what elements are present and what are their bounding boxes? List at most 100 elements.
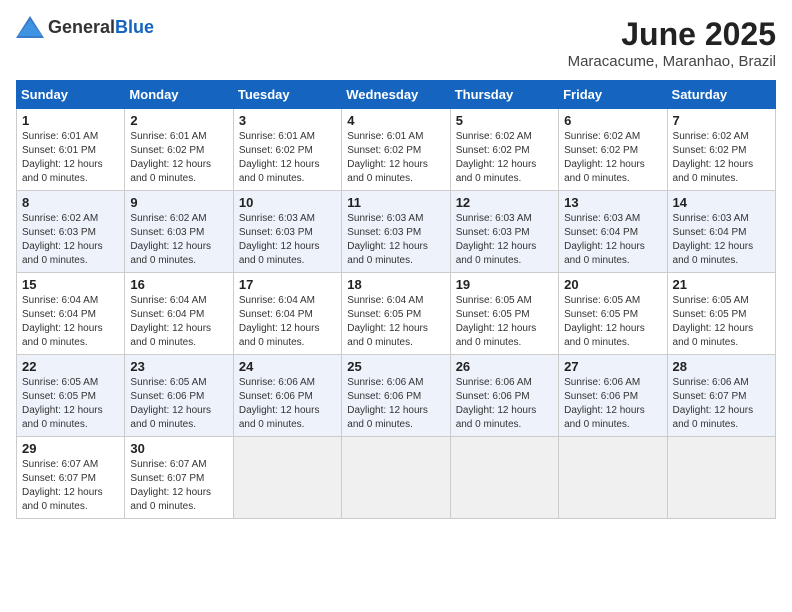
calendar-cell: 19 Sunrise: 6:05 AMSunset: 6:05 PMDayligh… xyxy=(450,273,558,355)
day-info: Sunrise: 6:06 AMSunset: 6:06 PMDaylight:… xyxy=(564,376,661,432)
day-number: 4 xyxy=(347,113,444,128)
day-info: Sunrise: 6:07 AMSunset: 6:07 PMDaylight:… xyxy=(130,458,227,514)
month-title: June 2025 xyxy=(568,16,776,53)
day-number: 18 xyxy=(347,277,444,292)
calendar-cell: 25Sunrise: 6:06 AMSunset: 6:06 PMDayligh… xyxy=(342,355,450,437)
calendar-cell: 8 Sunrise: 6:02 AMSunset: 6:03 PMDaylight… xyxy=(17,191,125,273)
calendar-cell: 7Sunrise: 6:02 AMSunset: 6:02 PMDaylight… xyxy=(667,109,775,191)
day-number: 20 xyxy=(564,277,661,292)
day-info: Sunrise: 6:03 AMSunset: 6:04 PMDaylight:… xyxy=(564,212,661,268)
logo: GeneralBlue xyxy=(16,16,154,38)
calendar-cell: 21 Sunrise: 6:05 AMSunset: 6:05 PMDayligh… xyxy=(667,273,775,355)
day-info: Sunrise: 6:01 AMSunset: 6:02 PMDaylight:… xyxy=(239,130,336,186)
calendar-cell xyxy=(233,437,341,519)
day-info: Sunrise: 6:05 AMSunset: 6:05 PMDaylight:… xyxy=(564,294,661,350)
calendar-cell: 20 Sunrise: 6:05 AMSunset: 6:05 PMDayligh… xyxy=(559,273,667,355)
day-info: Sunrise: 6:02 AMSunset: 6:03 PMDaylight:… xyxy=(130,212,227,268)
calendar-week-row: 8 Sunrise: 6:02 AMSunset: 6:03 PMDaylight… xyxy=(17,191,776,273)
day-number: 17 xyxy=(239,277,336,292)
day-info: Sunrise: 6:05 AMSunset: 6:06 PMDaylight:… xyxy=(130,376,227,432)
calendar-cell: 23 Sunrise: 6:05 AMSunset: 6:06 PMDayligh… xyxy=(125,355,233,437)
day-number: 19 xyxy=(456,277,553,292)
day-info: Sunrise: 6:02 AMSunset: 6:02 PMDaylight:… xyxy=(564,130,661,186)
header-wednesday: Wednesday xyxy=(342,81,450,109)
calendar-cell: 30 Sunrise: 6:07 AMSunset: 6:07 PMDayligh… xyxy=(125,437,233,519)
calendar-cell: 2Sunrise: 6:01 AMSunset: 6:02 PMDaylight… xyxy=(125,109,233,191)
page-header: GeneralBlue June 2025 Maracacume, Maranh… xyxy=(16,16,776,70)
logo-blue: Blue xyxy=(115,17,154,37)
day-info: Sunrise: 6:04 AMSunset: 6:04 PMDaylight:… xyxy=(130,294,227,350)
calendar-cell: 4 Sunrise: 6:01 AMSunset: 6:02 PMDaylight… xyxy=(342,109,450,191)
day-number: 1 xyxy=(22,113,119,128)
calendar-cell: 3 Sunrise: 6:01 AMSunset: 6:02 PMDaylight… xyxy=(233,109,341,191)
calendar-week-row: 15 Sunrise: 6:04 AMSunset: 6:04 PMDayligh… xyxy=(17,273,776,355)
calendar-header-row: SundayMondayTuesdayWednesdayThursdayFrid… xyxy=(17,81,776,109)
day-number: 3 xyxy=(239,113,336,128)
day-info: Sunrise: 6:02 AMSunset: 6:03 PMDaylight:… xyxy=(22,212,119,268)
day-number: 13 xyxy=(564,195,661,210)
calendar-cell: 17 Sunrise: 6:04 AMSunset: 6:04 PMDayligh… xyxy=(233,273,341,355)
calendar-week-row: 22 Sunrise: 6:05 AMSunset: 6:05 PMDayligh… xyxy=(17,355,776,437)
day-info: Sunrise: 6:06 AMSunset: 6:07 PMDaylight:… xyxy=(673,376,770,432)
day-number: 26 xyxy=(456,359,553,374)
day-number: 9 xyxy=(130,195,227,210)
calendar-cell: 22 Sunrise: 6:05 AMSunset: 6:05 PMDayligh… xyxy=(17,355,125,437)
day-number: 12 xyxy=(456,195,553,210)
logo-icon xyxy=(16,16,44,38)
day-number: 10 xyxy=(239,195,336,210)
calendar-cell: 16 Sunrise: 6:04 AMSunset: 6:04 PMDayligh… xyxy=(125,273,233,355)
day-number: 16 xyxy=(130,277,227,292)
day-number: 5 xyxy=(456,113,553,128)
day-number: 8 xyxy=(22,195,119,210)
calendar-cell: 28 Sunrise: 6:06 AMSunset: 6:07 PMDayligh… xyxy=(667,355,775,437)
calendar-cell xyxy=(450,437,558,519)
day-number: 7 xyxy=(673,113,770,128)
day-info: Sunrise: 6:01 AMSunset: 6:02 PMDaylight:… xyxy=(347,130,444,186)
day-info: Sunrise: 6:05 AMSunset: 6:05 PMDaylight:… xyxy=(22,376,119,432)
day-number: 2 xyxy=(130,113,227,128)
calendar-cell xyxy=(559,437,667,519)
calendar-cell: 24 Sunrise: 6:06 AMSunset: 6:06 PMDayligh… xyxy=(233,355,341,437)
calendar-cell: 13 Sunrise: 6:03 AMSunset: 6:04 PMDayligh… xyxy=(559,191,667,273)
day-info: Sunrise: 6:03 AMSunset: 6:03 PMDaylight:… xyxy=(456,212,553,268)
calendar-cell: 29Sunrise: 6:07 AMSunset: 6:07 PMDayligh… xyxy=(17,437,125,519)
calendar-cell: 15 Sunrise: 6:04 AMSunset: 6:04 PMDayligh… xyxy=(17,273,125,355)
header-friday: Friday xyxy=(559,81,667,109)
header-saturday: Saturday xyxy=(667,81,775,109)
day-number: 11 xyxy=(347,195,444,210)
day-info: Sunrise: 6:06 AMSunset: 6:06 PMDaylight:… xyxy=(239,376,336,432)
location-title: Maracacume, Maranhao, Brazil xyxy=(568,53,776,70)
day-number: 23 xyxy=(130,359,227,374)
calendar-cell: 14Sunrise: 6:03 AMSunset: 6:04 PMDayligh… xyxy=(667,191,775,273)
calendar-cell: 12 Sunrise: 6:03 AMSunset: 6:03 PMDayligh… xyxy=(450,191,558,273)
calendar-table: SundayMondayTuesdayWednesdayThursdayFrid… xyxy=(16,80,776,519)
calendar-cell: 9 Sunrise: 6:02 AMSunset: 6:03 PMDaylight… xyxy=(125,191,233,273)
calendar-cell: 6 Sunrise: 6:02 AMSunset: 6:02 PMDaylight… xyxy=(559,109,667,191)
title-area: June 2025 Maracacume, Maranhao, Brazil xyxy=(568,16,776,70)
calendar-week-row: 29 Sunrise: 6:07 AMSunset: 6:07 PMDayligh… xyxy=(17,437,776,519)
calendar-week-row: 1Sunrise: 6:01 AMSunset: 6:01 PMDaylight… xyxy=(17,109,776,191)
header-sunday: Sunday xyxy=(17,81,125,109)
calendar-cell: 27Sunrise: 6:06 AMSunset: 6:06 PMDayligh… xyxy=(559,355,667,437)
day-info: Sunrise: 6:03 AMSunset: 6:03 PMDaylight:… xyxy=(239,212,336,268)
day-info: Sunrise: 6:04 AMSunset: 6:04 PMDaylight:… xyxy=(239,294,336,350)
calendar-cell xyxy=(342,437,450,519)
day-number: 15 xyxy=(22,277,119,292)
day-number: 21 xyxy=(673,277,770,292)
day-number: 30 xyxy=(130,441,227,456)
day-number: 14 xyxy=(673,195,770,210)
day-info: Sunrise: 6:04 AMSunset: 6:04 PMDaylight:… xyxy=(22,294,119,350)
day-info: Sunrise: 6:05 AMSunset: 6:05 PMDaylight:… xyxy=(673,294,770,350)
calendar-cell: 18Sunrise: 6:04 AMSunset: 6:05 PMDayligh… xyxy=(342,273,450,355)
day-number: 29 xyxy=(22,441,119,456)
day-info: Sunrise: 6:03 AMSunset: 6:03 PMDaylight:… xyxy=(347,212,444,268)
day-info: Sunrise: 6:05 AMSunset: 6:05 PMDaylight:… xyxy=(456,294,553,350)
day-number: 22 xyxy=(22,359,119,374)
day-info: Sunrise: 6:06 AMSunset: 6:06 PMDaylight:… xyxy=(456,376,553,432)
day-info: Sunrise: 6:06 AMSunset: 6:06 PMDaylight:… xyxy=(347,376,444,432)
day-number: 24 xyxy=(239,359,336,374)
day-number: 28 xyxy=(673,359,770,374)
header-thursday: Thursday xyxy=(450,81,558,109)
header-tuesday: Tuesday xyxy=(233,81,341,109)
day-number: 6 xyxy=(564,113,661,128)
